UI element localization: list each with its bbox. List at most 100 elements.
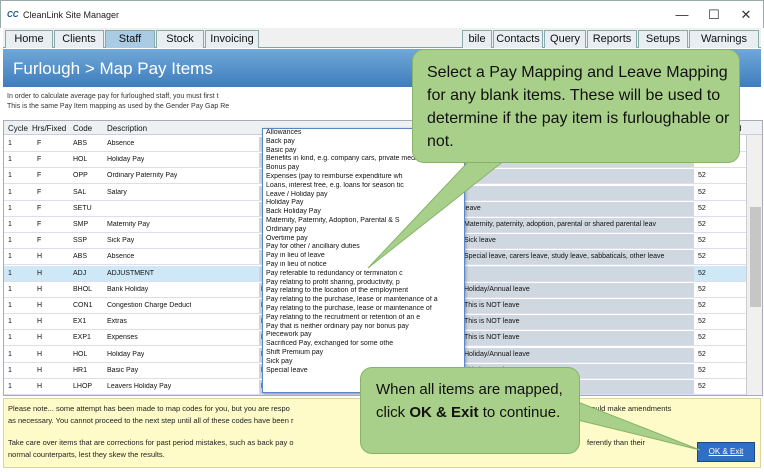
cell-hrs-fixed: H xyxy=(37,350,43,358)
cell-description: Congestion Charge Deduct xyxy=(107,302,192,309)
dropdown-option[interactable]: Pay relating to profit sharing, producti… xyxy=(263,279,464,288)
cell-hrs-fixed: H xyxy=(37,285,43,293)
leave-mapping-field[interactable]: This is NOT leave xyxy=(462,315,694,330)
cell-hrs-fixed: H xyxy=(37,366,43,374)
intro-text: In order to calculate average pay for fu… xyxy=(7,92,229,112)
dropdown-option[interactable]: Pay for other / ancilliary duties xyxy=(263,243,464,252)
cell-code: ABS xyxy=(73,140,88,147)
tab-mobile[interactable]: bile xyxy=(462,30,492,48)
pay-mapping-dropdown-list[interactable]: Allowances Back pay Basic pay Benefits in k… xyxy=(262,128,465,393)
cell-cycle: 1 xyxy=(8,269,12,277)
cell-hrs-fixed: F xyxy=(37,140,42,147)
cell-hrs-fixed: H xyxy=(37,269,43,277)
dropdown-option[interactable]: Pay referable to redundancy or terminato… xyxy=(263,270,464,279)
cell-hrs-fixed: F xyxy=(37,188,42,196)
leave-mapping-field[interactable]: Holiday/Annual leave xyxy=(462,347,694,362)
dropdown-option[interactable]: Expenses (pay to reimburse expenditure w… xyxy=(263,173,464,182)
leave-mapping-field[interactable]: Sick leave xyxy=(462,234,694,249)
note-line-1: Please note... some attempt has been mad… xyxy=(8,404,290,413)
dropdown-option[interactable]: Sick pay xyxy=(263,358,464,367)
dropdown-option[interactable]: Pay relating to the purchase, lease or m… xyxy=(263,296,464,305)
maximize-button[interactable]: ☐ xyxy=(699,5,729,25)
header-description[interactable]: Description xyxy=(107,124,147,133)
tab-invoicing[interactable]: Invoicing xyxy=(205,30,259,48)
close-button[interactable]: ✕ xyxy=(731,5,761,25)
cell-code: ADJ xyxy=(73,269,87,277)
cell-weeks: 52 xyxy=(698,350,706,358)
dropdown-option[interactable]: Pay relating to the purchase, lease or m… xyxy=(263,305,464,314)
dropdown-option[interactable]: Holiday Pay xyxy=(263,199,464,208)
cell-weeks: 52 xyxy=(698,334,706,342)
tab-staff[interactable]: Staff xyxy=(105,30,155,48)
minimize-button[interactable]: — xyxy=(667,5,697,25)
note-line-3: Take care over items that are correction… xyxy=(8,438,294,447)
dropdown-option[interactable]: Piecework pay xyxy=(263,331,464,340)
leave-mapping-field[interactable]: Special leave, carers leave, study leave… xyxy=(462,250,694,265)
cell-hrs-fixed: F xyxy=(37,204,42,212)
cell-description: Salary xyxy=(107,188,127,196)
cell-cycle: 1 xyxy=(8,140,12,147)
tab-home[interactable]: Home xyxy=(5,30,53,48)
dropdown-option[interactable]: Sacrificed Pay, exchanged for some othe xyxy=(263,340,464,349)
dropdown-option[interactable]: Loans, interest free, e.g. loans for sea… xyxy=(263,182,464,191)
leave-mapping-field[interactable]: This is NOT leave xyxy=(462,331,694,346)
cell-hrs-fixed: H xyxy=(37,318,43,326)
ok-exit-button[interactable]: OK & Exit xyxy=(697,442,755,462)
cell-weeks: 52 xyxy=(698,221,706,228)
cell-description: Sick Pay xyxy=(107,237,135,245)
leave-mapping-field[interactable]: This is NOT leave xyxy=(462,299,694,313)
leave-mapping-field[interactable] xyxy=(462,266,694,281)
leave-mapping-field[interactable]: Holiday/Annual leave xyxy=(462,282,694,297)
cell-cycle: 1 xyxy=(8,318,12,326)
dropdown-option[interactable]: Leave / Holiday pay xyxy=(263,191,464,200)
cell-description: Holiday Pay xyxy=(107,350,145,358)
header-cycle[interactable]: Cycle xyxy=(8,124,28,133)
cell-cycle: 1 xyxy=(8,350,12,358)
main-tabs: Home Clients Staff Stock Invoicing bile … xyxy=(3,28,761,48)
leave-mapping-field[interactable]: leave xyxy=(462,201,694,216)
dropdown-option[interactable]: Pay in lieu of leave xyxy=(263,252,464,261)
cell-hrs-fixed: H xyxy=(37,302,43,309)
tab-stock[interactable]: Stock xyxy=(156,30,204,48)
instruction-callout-text: Select a Pay Mapping and Leave Mapping f… xyxy=(427,64,730,150)
header-code[interactable]: Code xyxy=(73,124,92,133)
cell-weeks: 52 xyxy=(698,237,706,245)
dropdown-option[interactable]: Ordinary pay xyxy=(263,226,464,235)
header-hrs-fixed[interactable]: Hrs/Fixed xyxy=(32,124,66,133)
scrollbar-thumb[interactable] xyxy=(750,207,761,307)
cell-weeks: 52 xyxy=(698,188,706,196)
window-title: CleanLink Site Manager xyxy=(23,10,120,20)
dropdown-option[interactable]: Back Holiday Pay xyxy=(263,208,464,217)
cell-description: Holiday Pay xyxy=(107,156,145,164)
tab-query[interactable]: Query xyxy=(544,30,586,48)
tab-contacts[interactable]: Contacts xyxy=(493,30,543,48)
cell-weeks: 52 xyxy=(698,366,706,374)
tab-warnings[interactable]: Warnings xyxy=(689,30,759,48)
cell-weeks: 52 xyxy=(698,253,706,261)
leave-mapping-field[interactable] xyxy=(462,169,694,184)
instruction-callout: Select a Pay Mapping and Leave Mapping f… xyxy=(412,49,740,163)
cell-code: SAL xyxy=(73,188,87,196)
dropdown-option[interactable]: Pay relating to the location of the empl… xyxy=(263,287,464,296)
tab-reports[interactable]: Reports xyxy=(587,30,637,48)
cell-code: SMP xyxy=(73,221,89,228)
leave-mapping-field[interactable]: Maternity, paternity, adoption, parental… xyxy=(462,218,694,232)
cell-description: Absence xyxy=(107,140,135,147)
dropdown-option[interactable]: Pay that is neither ordinary pay nor bon… xyxy=(263,323,464,332)
dropdown-option[interactable]: Overtime pay xyxy=(263,235,464,244)
tab-setups[interactable]: Setups xyxy=(638,30,688,48)
app-logo-icon: CC xyxy=(7,10,19,19)
dropdown-option[interactable]: Bonus pay xyxy=(263,164,464,173)
cell-code: CON1 xyxy=(73,302,93,309)
dropdown-option[interactable]: Maternity, Paternity, Adoption, Parental… xyxy=(263,217,464,226)
cell-description: ADJUSTMENT xyxy=(107,269,155,277)
cell-description: Bank Holiday xyxy=(107,285,149,293)
dropdown-option[interactable]: Pay in lieu of notice xyxy=(263,261,464,270)
grid-scrollbar[interactable] xyxy=(746,135,762,395)
leave-mapping-field[interactable] xyxy=(462,185,694,200)
dropdown-option[interactable]: Pay relating to the recruitment or reten… xyxy=(263,314,464,323)
cell-description: Maternity Pay xyxy=(107,221,150,228)
note-line-3-end: ferently than their xyxy=(587,438,645,447)
tab-clients[interactable]: Clients xyxy=(54,30,104,48)
dropdown-option[interactable]: Shift Premium pay xyxy=(263,349,464,358)
